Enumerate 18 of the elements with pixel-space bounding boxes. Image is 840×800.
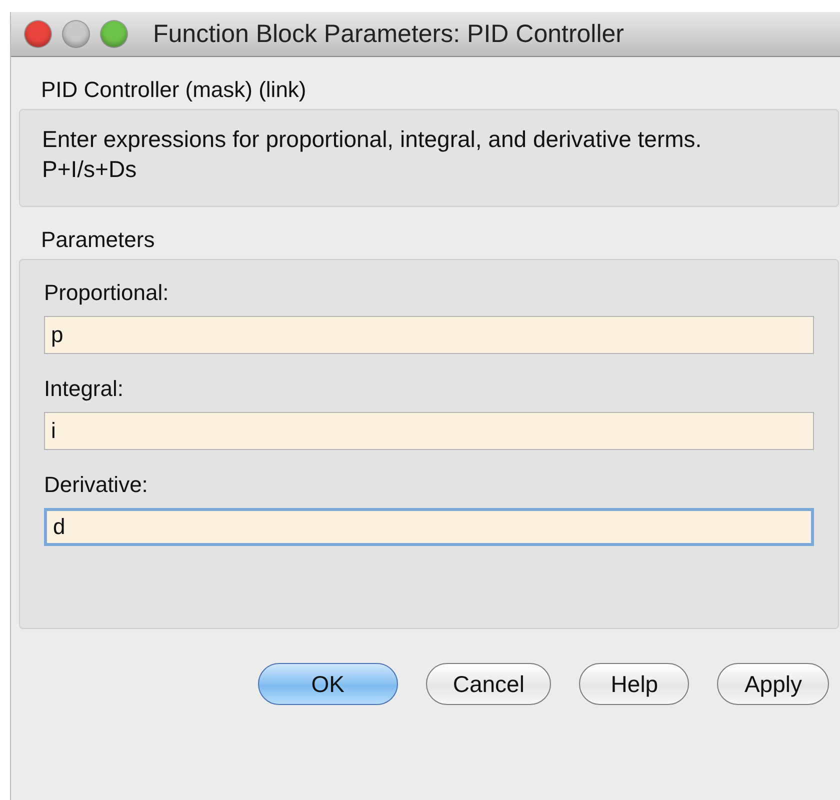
close-icon[interactable]: [25, 21, 51, 47]
cancel-button[interactable]: Cancel: [426, 663, 552, 705]
input-field[interactable]: p: [44, 316, 814, 354]
minimize-icon[interactable]: [63, 21, 89, 47]
window-title: Function Block Parameters: PID Controller: [153, 20, 624, 48]
help-button[interactable]: Help: [579, 663, 690, 705]
ok-button[interactable]: OK: [258, 663, 398, 705]
field-label: Derivative:: [44, 472, 149, 498]
input-field[interactable]: d: [44, 508, 814, 546]
description-text: Enter expressions for proportional, integral, and derivative terms.: [42, 125, 703, 154]
parameters-heading: Parameters: [40, 226, 156, 254]
apply-button[interactable]: Apply: [717, 663, 829, 705]
formula-text: P+I/s+Ds: [42, 155, 138, 184]
field-label: Integral:: [44, 376, 124, 402]
zoom-icon[interactable]: [101, 21, 127, 47]
block-title: PID Controller (mask) (link): [40, 76, 308, 104]
input-field[interactable]: i: [44, 412, 814, 450]
field-label: Proportional:: [44, 280, 170, 306]
